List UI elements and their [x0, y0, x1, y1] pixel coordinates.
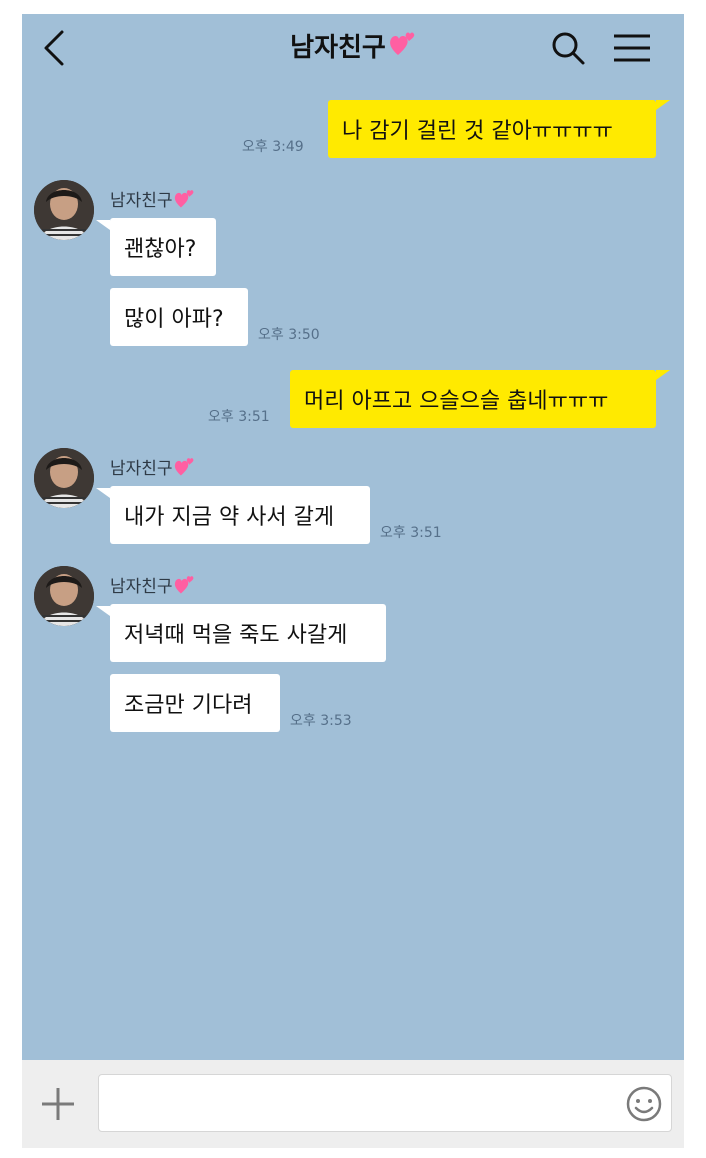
- bubble-tail: [96, 606, 110, 616]
- message-text: 괜찮아?: [124, 237, 197, 262]
- sender-name: 남자친구: [110, 454, 195, 479]
- avatar-photo: [34, 180, 94, 240]
- avatar-photo: [34, 448, 94, 508]
- message-time: 오후 3:50: [258, 327, 320, 343]
- message-text: 많이 아파?: [124, 307, 224, 332]
- pink-hearts-icon: [174, 457, 193, 475]
- attach-button[interactable]: [36, 1082, 80, 1126]
- sender-name: 남자친구: [110, 186, 195, 211]
- their-message-bubble[interactable]: 괜찮아?: [110, 218, 216, 276]
- message-composer: #: [22, 1060, 684, 1148]
- message-time: 오후 3:51: [380, 525, 442, 541]
- message-text: 저녁때 먹을 죽도 사갈게: [124, 623, 348, 648]
- chat-title-text: 남자친구: [290, 33, 386, 63]
- sender-name-text: 남자친구: [110, 191, 173, 211]
- bubble-tail: [96, 220, 110, 230]
- their-message-bubble[interactable]: 조금만 기다려: [110, 674, 280, 732]
- bubble-tail: [656, 100, 670, 110]
- search-icon: [552, 32, 585, 65]
- hashtag-search-button[interactable]: #: [625, 1075, 684, 1131]
- avatar-photo: [34, 566, 94, 626]
- sender-name: 남자친구: [110, 572, 195, 597]
- my-message-bubble[interactable]: 머리 아프고 으슬으슬 춥네ㅠㅠㅠ: [290, 370, 656, 428]
- message-time: 오후 3:51: [208, 409, 270, 425]
- bubble-tail: [656, 370, 670, 380]
- avatar[interactable]: [34, 448, 94, 508]
- pink-hearts-icon: [174, 575, 193, 593]
- message-time: 오후 3:53: [290, 713, 352, 729]
- sender-name-text: 남자친구: [110, 577, 173, 597]
- hamburger-menu-icon: [614, 34, 650, 62]
- message-time: 오후 3:49: [242, 139, 304, 155]
- chat-screen: 남자친구 오후 3:49 나 감기 걸린 것 같아ㅠㅠㅠㅠ 남자친구 괜찮아? …: [22, 14, 684, 1148]
- pink-hearts-icon: [174, 189, 193, 207]
- pink-hearts-icon: [388, 29, 416, 69]
- avatar[interactable]: [34, 566, 94, 626]
- chat-header: 남자친구: [22, 14, 684, 82]
- message-input[interactable]: #: [98, 1074, 672, 1132]
- their-message-bubble[interactable]: 내가 지금 약 사서 갈게: [110, 486, 370, 544]
- message-text: 머리 아프고 으슬으슬 춥네ㅠㅠㅠ: [304, 389, 609, 414]
- sender-name-text: 남자친구: [110, 459, 173, 479]
- message-text: 나 감기 걸린 것 같아ㅠㅠㅠㅠ: [342, 119, 613, 144]
- message-text: 내가 지금 약 사서 갈게: [124, 505, 335, 530]
- message-text: 조금만 기다려: [124, 693, 253, 718]
- my-message-bubble[interactable]: 나 감기 걸린 것 같아ㅠㅠㅠㅠ: [328, 100, 656, 158]
- plus-icon: [42, 1088, 74, 1120]
- avatar[interactable]: [34, 180, 94, 240]
- menu-button[interactable]: [608, 28, 656, 68]
- search-button[interactable]: [548, 28, 588, 68]
- their-message-bubble[interactable]: 많이 아파?: [110, 288, 248, 346]
- bubble-tail: [96, 488, 110, 498]
- their-message-bubble[interactable]: 저녁때 먹을 죽도 사갈게: [110, 604, 386, 662]
